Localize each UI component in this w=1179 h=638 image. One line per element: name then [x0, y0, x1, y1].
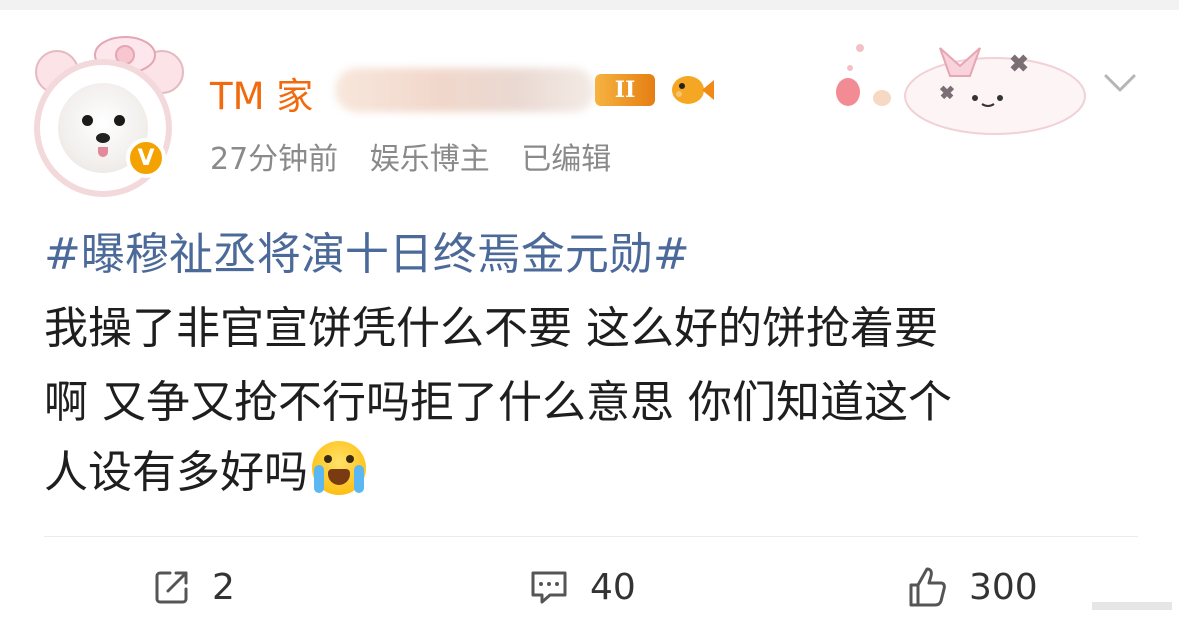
post-body-line-1: 我操了非官宣饼凭什么不要 这么好的饼抢着要 [44, 303, 938, 354]
avatar[interactable]: V [30, 30, 190, 191]
username-partial-char[interactable]: 家 [276, 75, 313, 118]
comment-count: 40 [590, 566, 636, 608]
chevron-down-icon[interactable] [1100, 66, 1140, 96]
share-count: 2 [212, 566, 235, 608]
share-button[interactable]: 2 [152, 562, 235, 612]
thumbs-up-icon [909, 567, 946, 607]
username-blurred-region [335, 68, 595, 112]
user-level-badge: II [595, 74, 655, 106]
like-button[interactable]: 300 [905, 562, 1038, 612]
decorative-bunny-sticker-icon [836, 44, 1086, 135]
post-time: 27分钟前 [210, 142, 339, 177]
action-divider [44, 536, 1138, 537]
user-role: 娱乐博主 [369, 142, 490, 177]
post-body-line-3-text: 人设有多好吗 [44, 447, 308, 498]
username[interactable]: TM 家 [210, 66, 313, 120]
watermark-icon [1092, 602, 1172, 610]
fish-badge-icon [672, 76, 714, 104]
comment-button[interactable]: 40 [528, 562, 636, 612]
share-icon [155, 571, 188, 604]
comment-icon [531, 571, 567, 604]
post-body-line-3: 人设有多好吗 [44, 436, 366, 500]
like-count: 300 [969, 566, 1038, 608]
post-body-line-2: 啊 又争又抢不行吗拒了什么意思 你们知道这个 [44, 377, 952, 428]
edited-label[interactable]: 已编辑 [521, 142, 611, 177]
crying-face-emoji-icon [312, 441, 366, 495]
username-text[interactable]: TM [210, 75, 265, 118]
topic-link[interactable]: #曝穆祉丞将演十日终焉金元勋# [44, 218, 690, 282]
top-separator-bar [0, 0, 1179, 10]
verified-badge-icon: V [126, 138, 166, 178]
post-meta: 27分钟前 娱乐博主 已编辑 [210, 134, 633, 178]
